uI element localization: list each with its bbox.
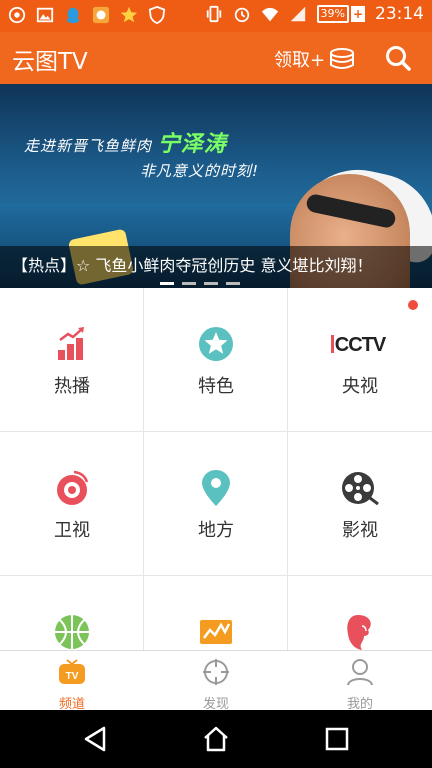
category-finance[interactable] [144, 576, 288, 650]
svg-text:CCTV: CCTV [335, 334, 387, 356]
banner-caption: 【热点】☆ 飞鱼小鲜肉夺冠创历史 意义堪比刘翔！ [12, 256, 373, 275]
category-label: 热播 [54, 376, 90, 397]
star-circle-icon [199, 327, 233, 361]
banner-slogan-prefix: 走进新晋飞鱼鲜肉 [24, 137, 153, 155]
back-icon[interactable] [80, 724, 110, 754]
app-icon [92, 6, 110, 24]
tv-icon: TV [59, 659, 85, 684]
category-label: 地方 [198, 520, 234, 541]
basketball-icon [55, 615, 89, 649]
vibrate-icon [206, 5, 221, 23]
category-label: 央视 [342, 376, 378, 397]
banner-slogan-name: 宁泽涛 [157, 132, 227, 157]
banner-slogan-line2: 非凡意义的时刻! [140, 162, 260, 180]
bar-chart-icon [58, 327, 84, 360]
category-local[interactable]: 地方 [144, 432, 288, 576]
pager-dot[interactable] [182, 282, 196, 285]
map-pin-icon [202, 470, 230, 506]
alarm-icon [234, 7, 249, 23]
status-bar: 39% + 23:14 [0, 0, 432, 32]
clock: 23:14 [375, 4, 424, 24]
category-fashion[interactable] [288, 576, 432, 650]
pager-dot[interactable] [204, 282, 218, 285]
netease-music-icon [8, 6, 26, 24]
pager-dot[interactable] [160, 282, 174, 285]
shield-icon [148, 6, 166, 24]
receive-coins-button[interactable]: 领取+ [274, 46, 355, 72]
finance-chart-icon [200, 620, 232, 644]
category-label: 特色 [198, 376, 234, 397]
battery-indicator: 39% + [316, 5, 365, 23]
battery-percent: 39% [316, 5, 349, 23]
coin-stack-icon [330, 48, 355, 69]
pager-dot[interactable] [226, 282, 240, 285]
nav-tab-channels[interactable]: TV 频道 [0, 657, 144, 712]
bottom-navigation: TV 频道 发现 我的 [0, 650, 432, 712]
category-label: 卫视 [54, 520, 90, 541]
category-sports[interactable] [0, 576, 144, 650]
cctv-logo: CCTV [331, 334, 388, 356]
nav-tab-discover[interactable]: 发现 [144, 657, 288, 712]
woman-profile-icon [347, 615, 371, 650]
home-icon[interactable] [201, 724, 231, 754]
system-navigation-bar [0, 710, 432, 768]
satellite-dish-icon [57, 470, 89, 505]
search-icon[interactable] [384, 44, 412, 72]
category-movies[interactable]: 影视 [288, 432, 432, 576]
hero-banner[interactable]: 走进新晋飞鱼鲜肉 宁泽涛 非凡意义的时刻! 【热点】☆ 飞鱼小鲜肉夺冠创历史 意… [0, 84, 432, 288]
svg-text:TV: TV [66, 671, 79, 682]
app-bar: 云图TV 领取+ [0, 32, 432, 84]
signal-icon [290, 6, 305, 22]
qq-icon [66, 7, 80, 24]
user-icon [347, 659, 373, 686]
category-grid: 热播 特色 CCTV 央视 卫视 地方 影视 [0, 288, 432, 650]
star-icon [120, 6, 138, 23]
banner-slogan-line1: 走进新晋飞鱼鲜肉 宁泽涛 [24, 126, 227, 158]
charging-icon: + [351, 6, 365, 22]
crosshair-icon [203, 659, 229, 685]
image-icon [36, 7, 54, 23]
category-hot[interactable]: 热播 [0, 288, 144, 432]
recents-icon[interactable] [322, 724, 352, 754]
category-featured[interactable]: 特色 [144, 288, 288, 432]
film-reel-icon [342, 472, 379, 506]
category-satellite[interactable]: 卫视 [0, 432, 144, 576]
notification-dot [408, 300, 418, 310]
app-title: 云图TV [12, 49, 88, 75]
category-label: 影视 [342, 520, 378, 541]
receive-label: 领取+ [274, 50, 326, 71]
wifi-icon [261, 7, 278, 22]
banner-pager [160, 282, 240, 285]
nav-tab-me[interactable]: 我的 [288, 657, 432, 712]
